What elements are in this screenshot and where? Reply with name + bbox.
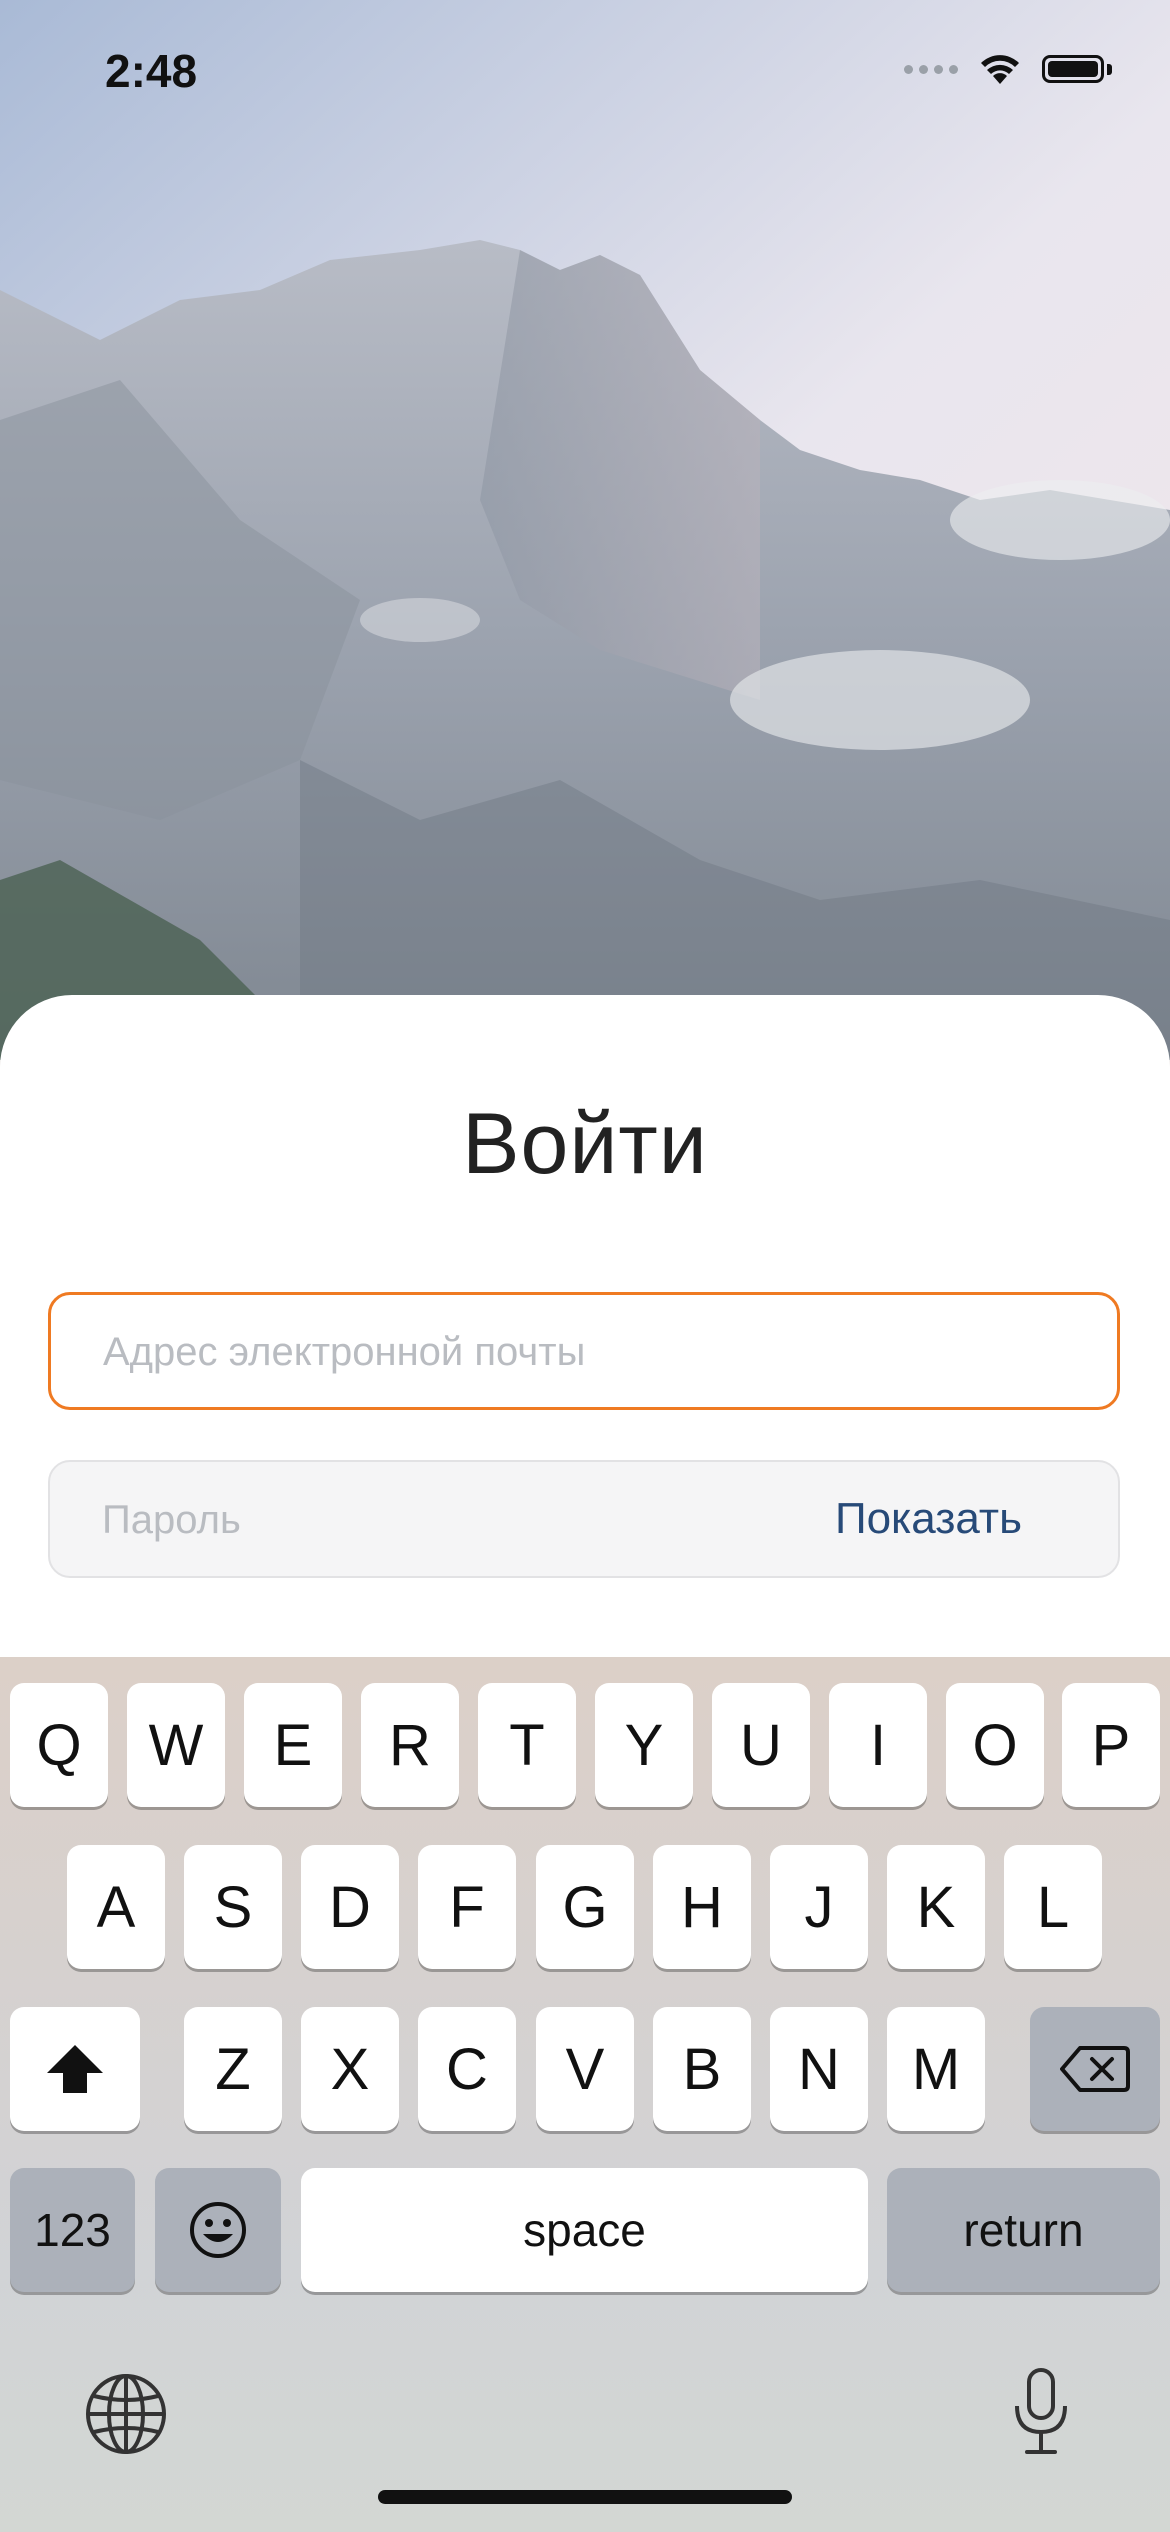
numbers-key[interactable]: 123 (10, 2168, 135, 2292)
page-title: Войти (462, 1096, 708, 1192)
key-z[interactable]: Z (184, 2007, 282, 2131)
key-r[interactable]: R (361, 1683, 459, 1807)
key-b[interactable]: B (653, 2007, 751, 2131)
key-m[interactable]: M (887, 2007, 985, 2131)
email-input[interactable] (101, 1295, 1005, 1409)
key-w[interactable]: W (127, 1683, 225, 1807)
shift-icon (47, 2045, 103, 2093)
microphone-icon[interactable] (1010, 2366, 1072, 2458)
key-f[interactable]: F (418, 1845, 516, 1969)
emoji-key[interactable] (155, 2168, 281, 2292)
key-k[interactable]: K (887, 1845, 985, 1969)
key-x[interactable]: X (301, 2007, 399, 2131)
key-a[interactable]: A (67, 1845, 165, 1969)
key-y[interactable]: Y (595, 1683, 693, 1807)
background-mountain-image (0, 0, 1170, 1060)
key-n[interactable]: N (770, 2007, 868, 2131)
backspace-icon (1060, 2046, 1130, 2092)
key-h[interactable]: H (653, 1845, 751, 1969)
status-indicators (904, 52, 1112, 86)
key-e[interactable]: E (244, 1683, 342, 1807)
key-t[interactable]: T (478, 1683, 576, 1807)
key-l[interactable]: L (1004, 1845, 1102, 1969)
key-c[interactable]: C (418, 2007, 516, 2131)
home-indicator (378, 2490, 792, 2504)
password-field[interactable]: Показать (48, 1460, 1120, 1578)
space-key[interactable]: space (301, 2168, 868, 2292)
show-password-button[interactable]: Показать (835, 1462, 1022, 1576)
key-i[interactable]: I (829, 1683, 927, 1807)
key-o[interactable]: O (946, 1683, 1044, 1807)
status-time: 2:48 (105, 45, 198, 97)
key-v[interactable]: V (536, 2007, 634, 2131)
key-s[interactable]: S (184, 1845, 282, 1969)
key-d[interactable]: D (301, 1845, 399, 1969)
email-field[interactable] (48, 1292, 1120, 1410)
battery-icon (1042, 55, 1104, 83)
cellular-signal-icon (904, 64, 958, 74)
return-key[interactable]: return (887, 2168, 1160, 2292)
delete-key[interactable] (1030, 2007, 1160, 2131)
key-q[interactable]: Q (10, 1683, 108, 1807)
key-p[interactable]: P (1062, 1683, 1160, 1807)
key-u[interactable]: U (712, 1683, 810, 1807)
key-g[interactable]: G (536, 1845, 634, 1969)
key-j[interactable]: J (770, 1845, 868, 1969)
shift-key[interactable] (10, 2007, 140, 2131)
wifi-icon (981, 55, 1019, 84)
globe-icon[interactable] (84, 2372, 168, 2456)
emoji-icon (190, 2202, 246, 2258)
